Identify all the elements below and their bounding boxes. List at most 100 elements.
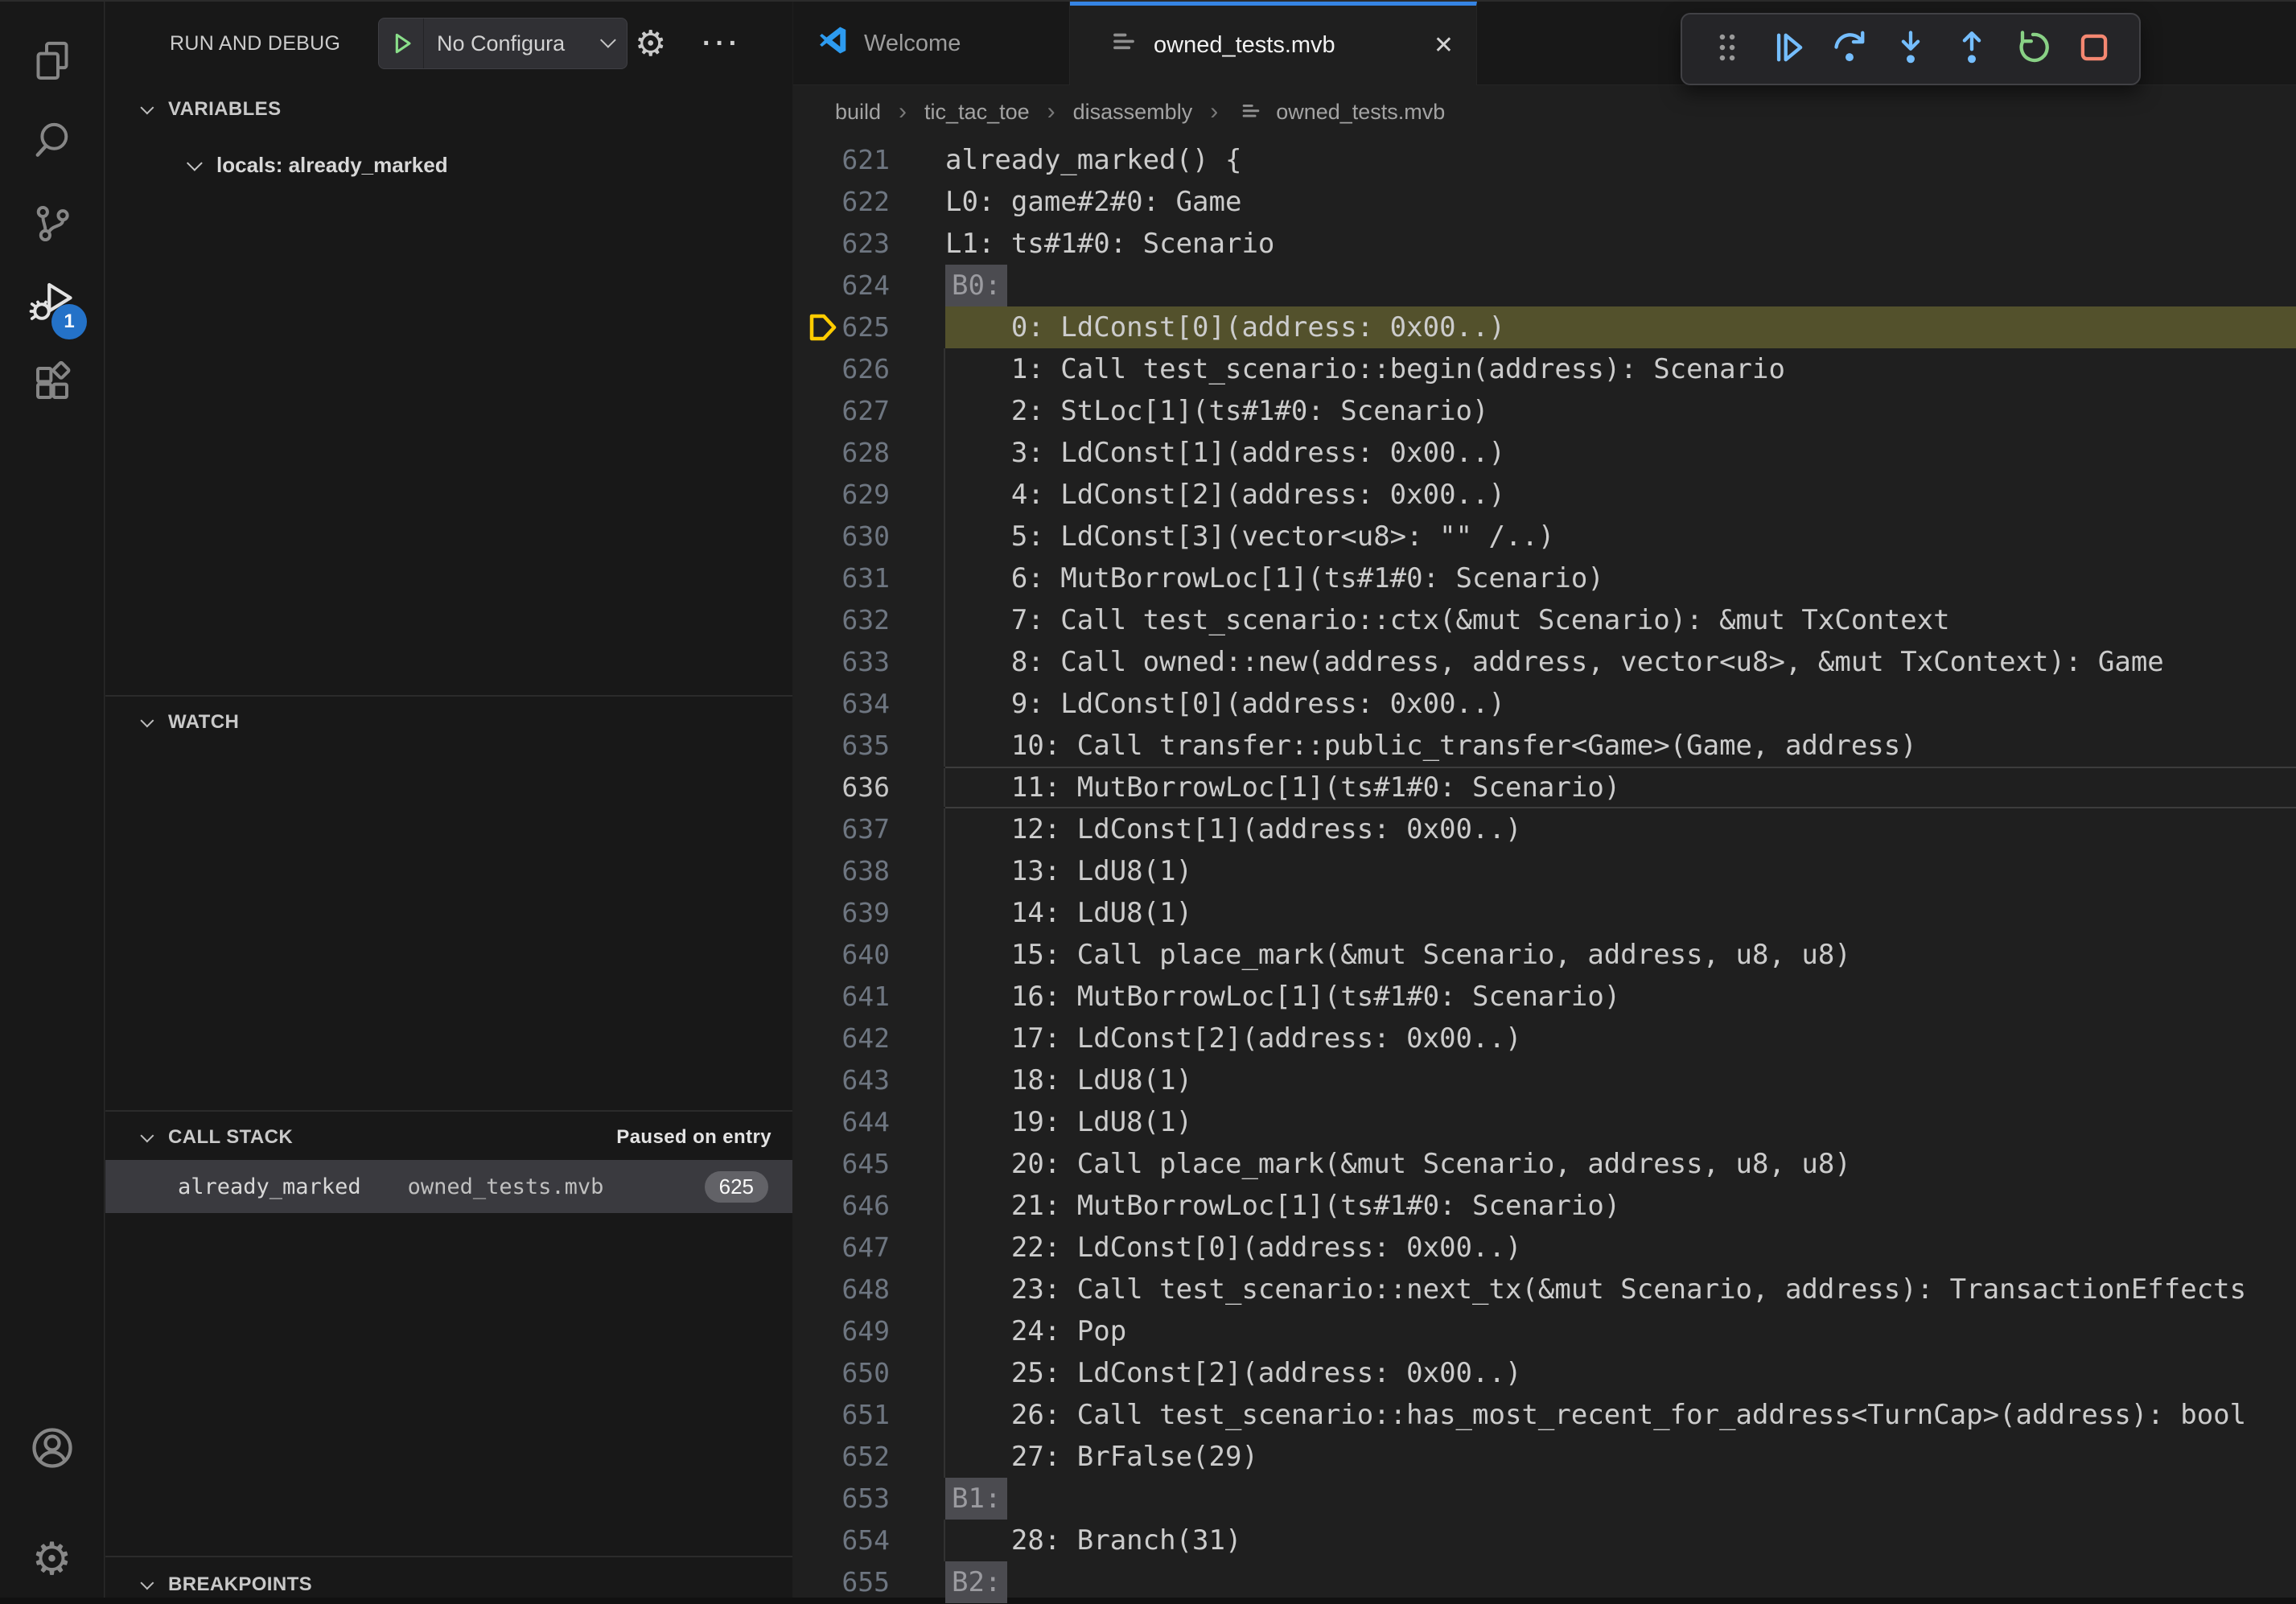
code-line-634[interactable]: 634 9: LdConst[0](address: 0x00..) <box>793 683 2296 725</box>
line-number[interactable]: 655 <box>793 1561 945 1603</box>
line-number[interactable]: 640 <box>793 934 945 976</box>
code-line-655[interactable]: 655B2: <box>793 1561 2296 1603</box>
line-number[interactable]: 625 <box>793 306 945 348</box>
activity-bar-item-extensions[interactable] <box>0 344 104 422</box>
code-line-646[interactable]: 646 21: MutBorrowLoc[1](ts#1#0: Scenario… <box>793 1185 2296 1227</box>
line-number[interactable]: 650 <box>793 1352 945 1394</box>
breadcrumb-item[interactable]: disassembly <box>1073 100 1193 125</box>
code-line-648[interactable]: 648 23: Call test_scenario::next_tx(&mut… <box>793 1269 2296 1310</box>
line-number[interactable]: 631 <box>793 557 945 599</box>
code-line-647[interactable]: 647 22: LdConst[0](address: 0x00..) <box>793 1227 2296 1269</box>
line-number[interactable]: 646 <box>793 1185 945 1227</box>
watch-section-header[interactable]: WATCH <box>105 703 792 742</box>
line-number[interactable]: 622 <box>793 181 945 223</box>
line-number[interactable]: 635 <box>793 725 945 767</box>
line-number[interactable]: 653 <box>793 1478 945 1520</box>
code-line-623[interactable]: 623L1: ts#1#0: Scenario <box>793 223 2296 265</box>
line-number[interactable]: 642 <box>793 1018 945 1059</box>
line-number[interactable]: 630 <box>793 516 945 557</box>
step-out-button[interactable] <box>1949 27 1994 72</box>
code-line-632[interactable]: 632 7: Call test_scenario::ctx(&mut Scen… <box>793 599 2296 641</box>
code-line-650[interactable]: 650 25: LdConst[2](address: 0x00..) <box>793 1352 2296 1394</box>
code-line-630[interactable]: 630 5: LdConst[3](vector<u8>: "" /..) <box>793 516 2296 557</box>
line-number[interactable]: 623 <box>793 223 945 265</box>
variables-section-header[interactable]: VARIABLES <box>105 90 792 129</box>
line-number[interactable]: 648 <box>793 1269 945 1310</box>
code-line-626[interactable]: 626 1: Call test_scenario::begin(address… <box>793 348 2296 390</box>
line-number[interactable]: 643 <box>793 1059 945 1101</box>
code-line-622[interactable]: 622L0: game#2#0: Game <box>793 181 2296 223</box>
code-line-641[interactable]: 641 16: MutBorrowLoc[1](ts#1#0: Scenario… <box>793 976 2296 1018</box>
line-number[interactable]: 629 <box>793 474 945 516</box>
line-number[interactable]: 644 <box>793 1101 945 1143</box>
code-line-638[interactable]: 638 13: LdU8(1) <box>793 850 2296 892</box>
breakpoints-section-header[interactable]: BREAKPOINTS <box>105 1565 792 1604</box>
code-line-621[interactable]: 621already_marked() { <box>793 139 2296 181</box>
tab-welcome[interactable]: Welcome <box>793 2 1070 85</box>
line-number[interactable]: 641 <box>793 976 945 1018</box>
disassembly-code-view[interactable]: 621already_marked() {622L0: game#2#0: Ga… <box>793 139 2296 1598</box>
activity-bar-item-settings[interactable]: ⚙︎ <box>0 1520 104 1598</box>
step-into-button[interactable] <box>1888 27 1933 72</box>
line-number[interactable]: 626 <box>793 348 945 390</box>
breadcrumb-item-file[interactable]: owned_tests.mvb <box>1236 97 1445 127</box>
line-number[interactable]: 638 <box>793 850 945 892</box>
close-icon[interactable]: ✕ <box>1434 31 1454 60</box>
code-line-644[interactable]: 644 19: LdU8(1) <box>793 1101 2296 1143</box>
breadcrumb[interactable]: build›tic_tac_toe›disassembly›owned_test… <box>793 85 2296 138</box>
code-line-653[interactable]: 653B1: <box>793 1478 2296 1520</box>
code-line-639[interactable]: 639 14: LdU8(1) <box>793 892 2296 934</box>
code-line-627[interactable]: 627 2: StLoc[1](ts#1#0: Scenario) <box>793 390 2296 432</box>
code-line-631[interactable]: 631 6: MutBorrowLoc[1](ts#1#0: Scenario) <box>793 557 2296 599</box>
step-over-button[interactable] <box>1827 27 1872 72</box>
code-line-642[interactable]: 642 17: LdConst[2](address: 0x00..) <box>793 1018 2296 1059</box>
code-line-643[interactable]: 643 18: LdU8(1) <box>793 1059 2296 1101</box>
activity-bar-item-search[interactable] <box>0 101 104 179</box>
toolbar-drag-handle[interactable] <box>1705 27 1750 72</box>
activity-bar-item-source-control[interactable] <box>0 185 104 262</box>
code-line-628[interactable]: 628 3: LdConst[1](address: 0x00..) <box>793 432 2296 474</box>
activity-bar-item-explorer[interactable] <box>0 23 104 100</box>
launch-configuration-dropdown[interactable]: No Configura <box>378 18 627 69</box>
line-number[interactable]: 647 <box>793 1227 945 1269</box>
line-number[interactable]: 651 <box>793 1394 945 1436</box>
code-line-637[interactable]: 637 12: LdConst[1](address: 0x00..) <box>793 808 2296 850</box>
line-number[interactable]: 639 <box>793 892 945 934</box>
tab-owned-tests-mvb[interactable]: owned_tests.mvb✕ <box>1070 2 1477 85</box>
code-line-652[interactable]: 652 27: BrFalse(29) <box>793 1436 2296 1478</box>
code-line-635[interactable]: 635 10: Call transfer::public_transfer<G… <box>793 725 2296 767</box>
line-number[interactable]: 649 <box>793 1310 945 1352</box>
code-line-625[interactable]: 625 0: LdConst[0](address: 0x00..) <box>793 306 2296 348</box>
code-line-645[interactable]: 645 20: Call place_mark(&mut Scenario, a… <box>793 1143 2296 1185</box>
line-number[interactable]: 621 <box>793 139 945 181</box>
more-actions-icon[interactable]: ··· <box>702 2 742 85</box>
line-number[interactable]: 652 <box>793 1436 945 1478</box>
breadcrumb-item[interactable]: build <box>835 100 881 125</box>
line-number[interactable]: 645 <box>793 1143 945 1185</box>
line-number[interactable]: 632 <box>793 599 945 641</box>
line-number[interactable]: 624 <box>793 265 945 306</box>
activity-bar-item-run-and-debug[interactable]: 1 <box>0 264 104 341</box>
code-line-636[interactable]: 636 11: MutBorrowLoc[1](ts#1#0: Scenario… <box>793 767 2296 808</box>
line-number[interactable]: 634 <box>793 683 945 725</box>
restart-button[interactable] <box>2010 27 2055 72</box>
call-stack-section-header[interactable]: CALL STACK Paused on entry <box>105 1118 792 1157</box>
activity-bar-item-accounts[interactable] <box>0 1409 104 1487</box>
code-line-651[interactable]: 651 26: Call test_scenario::has_most_rec… <box>793 1394 2296 1436</box>
variables-scope-locals[interactable]: locals: already_marked <box>105 143 792 187</box>
line-number[interactable]: 628 <box>793 432 945 474</box>
code-line-633[interactable]: 633 8: Call owned::new(address, address,… <box>793 641 2296 683</box>
line-number[interactable]: 633 <box>793 641 945 683</box>
code-line-640[interactable]: 640 15: Call place_mark(&mut Scenario, a… <box>793 934 2296 976</box>
start-debugging-button[interactable] <box>379 19 424 68</box>
code-line-654[interactable]: 654 28: Branch(31) <box>793 1520 2296 1561</box>
continue-button[interactable] <box>1766 27 1811 72</box>
code-line-624[interactable]: 624B0: <box>793 265 2296 306</box>
line-number[interactable]: 627 <box>793 390 945 432</box>
line-number[interactable]: 654 <box>793 1520 945 1561</box>
code-line-649[interactable]: 649 24: Pop <box>793 1310 2296 1352</box>
breadcrumb-item[interactable]: tic_tac_toe <box>924 100 1030 125</box>
debug-settings-gear-icon[interactable]: ⚙︎ <box>635 2 666 85</box>
code-line-629[interactable]: 629 4: LdConst[2](address: 0x00..) <box>793 474 2296 516</box>
call-stack-frame-row[interactable]: already_marked owned_tests.mvb 625 <box>105 1160 792 1213</box>
